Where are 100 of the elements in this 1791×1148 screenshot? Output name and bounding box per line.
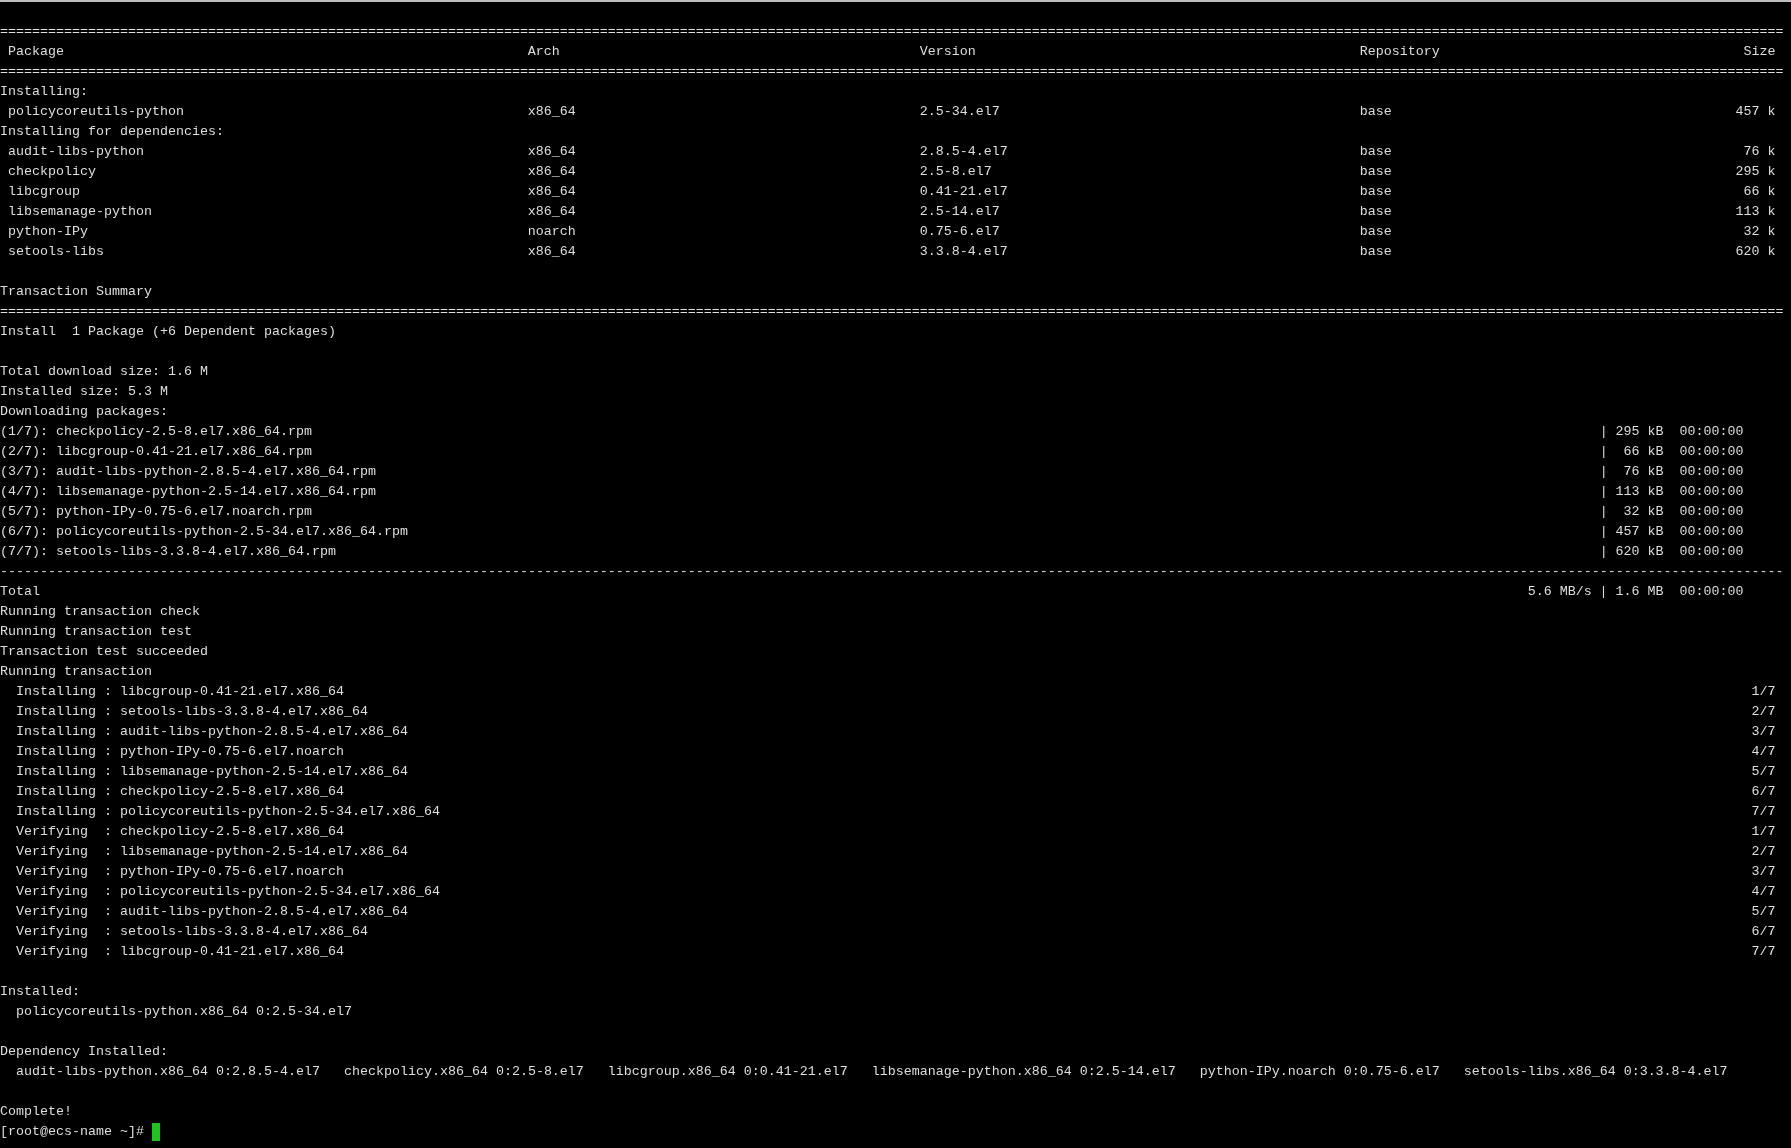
download-stats: | 620 kB 00:00:00 [1599,543,1744,561]
table-cell-text: 2.5-34.el7 [919,103,1001,121]
step-count: 7/7 [1751,943,1776,961]
transaction-step: Verifying : audit-libs-python-2.8.5-4.el7.x86_64 [0,902,408,922]
download-file: (2/7): libcgroup-0.41-21.el7.x86_64.rpm [0,443,312,461]
step-count: 5/7 [1751,903,1776,921]
output-line: audit-libs-python.x86_64 0:2.8.5-4.el7 checkpolicy.x86_64 0:2.5-8.el7 libcgroup.x86_64 0:0.41-21.el7 libsemanage-python.x86_64 0:2.5-14.el7 python-IPy.noarch 0:0.75-6.el7 setools-libs.x86_64 0:3.3.8-4.el7 [15,1063,1728,1081]
table-cell-text: base [1359,103,1393,121]
table-cell-text: base [1359,183,1393,201]
transaction-step: Verifying : checkpolicy-2.5-8.el7.x86_64 [0,822,344,842]
step-count: 3/7 [1751,723,1776,741]
download-stats: | 457 kB 00:00:00 [1599,523,1744,541]
output-line: Installed size: 5.3 M [0,383,168,401]
step-count: 3/7 [1751,863,1776,881]
transaction-step: Installing : libsemanage-python-2.5-14.el7.x86_64 [0,762,408,782]
cursor [151,1123,160,1141]
transaction-step: Verifying : python-IPy-0.75-6.el7.noarch [0,862,344,882]
download-stats: | 113 kB 00:00:00 [1599,483,1744,501]
transaction-step: Installing : policycoreutils-python-2.5-34.el7.x86_64 [0,802,440,822]
output-line: Running transaction check [0,603,200,621]
download-stats: | 66 kB 00:00:00 [1599,443,1744,461]
output-line: Running transaction test [0,623,192,641]
step-count: 5/7 [1751,763,1776,781]
table-cell-text: libsemanage-python [8,203,153,221]
table-cell-text: base [1359,143,1393,161]
column-header: Version [919,43,977,61]
table-cell-text: python-IPy [8,223,89,241]
download-file: (3/7): audit-libs-python-2.8.5-4.el7.x86_64.rpm [0,463,376,481]
shell-prompt: [root@ecs-name ~]# [0,1123,145,1141]
output-line: Install 1 Package (+6 Dependent packages) [0,323,336,341]
step-count: 2/7 [1751,703,1776,721]
table-cell-text: base [1359,203,1393,221]
table-cell-text: 620 k [1734,243,1776,261]
table-cell-text: base [1359,163,1393,181]
output-line: Total download size: 1.6 M [0,363,208,381]
transaction-step: Verifying : policycoreutils-python-2.5-34.el7.x86_64 [0,882,440,902]
step-count: 1/7 [1751,683,1776,701]
step-count: 1/7 [1751,823,1776,841]
table-cell-text: x86_64 [527,163,577,181]
download-stats: 5.6 MB/s | 1.6 MB 00:00:00 [1527,583,1744,601]
table-cell-text: 76 k [1742,143,1776,161]
table-cell-text: 2.5-14.el7 [919,203,1001,221]
transaction-step: Installing : checkpolicy-2.5-8.el7.x86_64 [0,782,344,802]
step-count: 2/7 [1751,843,1776,861]
output-line: Complete! [0,1103,72,1121]
download-stats: | 295 kB 00:00:00 [1599,423,1744,441]
table-cell-text: 113 k [1734,203,1776,221]
download-file: (1/7): checkpolicy-2.5-8.el7.x86_64.rpm [0,423,312,441]
step-count: 7/7 [1751,803,1776,821]
output-line: Running transaction [0,663,152,681]
table-cell-text: 0.41-21.el7 [919,183,1009,201]
output-line: Downloading packages: [0,403,168,421]
table-cell-text: 0.75-6.el7 [919,223,1001,241]
table-cell-text: noarch [527,223,577,241]
transaction-step: Verifying : setools-libs-3.3.8-4.el7.x86_64 [0,922,368,942]
separator-line: =============================================================================================================================================================================================================================== [0,23,1784,41]
output-line: Installed: [0,983,80,1001]
transaction-step: Verifying : libsemanage-python-2.5-14.el7.x86_64 [0,842,408,862]
output-line: Dependency Installed: [0,1043,168,1061]
table-cell-text: base [1359,223,1393,241]
step-count: 4/7 [1751,883,1776,901]
column-header: Size [1742,43,1776,61]
download-file: (4/7): libsemanage-python-2.5-14.el7.x86_64.rpm [0,483,376,501]
table-cell-text: x86_64 [527,143,577,161]
download-file: (5/7): python-IPy-0.75-6.el7.noarch.rpm [0,503,312,521]
table-cell-text: 457 k [1734,103,1776,121]
output-line: Transaction Summary [0,283,152,301]
table-cell-text: x86_64 [527,203,577,221]
output-line: Transaction test succeeded [0,643,208,661]
transaction-step: Installing : audit-libs-python-2.8.5-4.el7.x86_64 [0,722,408,742]
output-line: Installing for dependencies: [0,123,224,141]
table-cell-text: 295 k [1734,163,1776,181]
step-count: 6/7 [1751,923,1776,941]
download-stats: | 32 kB 00:00:00 [1599,503,1744,521]
download-stats: | 76 kB 00:00:00 [1599,463,1744,481]
separator-line: =============================================================================================================================================================================================================================== [0,63,1784,81]
table-cell-text: x86_64 [527,183,577,201]
table-cell-text: 2.5-8.el7 [919,163,993,181]
download-file: Total [0,583,40,601]
table-cell-text: libcgroup [8,183,81,201]
table-cell-text: setools-libs [8,243,105,261]
table-cell-text: base [1359,243,1393,261]
output-line: Installing: [0,83,88,101]
table-cell-text: 3.3.8-4.el7 [919,243,1009,261]
table-cell-text: policycoreutils-python [8,103,185,121]
step-count: 6/7 [1751,783,1776,801]
table-cell-text: audit-libs-python [8,143,145,161]
transaction-step: Verifying : libcgroup-0.41-21.el7.x86_64 [0,942,344,962]
table-cell-text: 2.8.5-4.el7 [919,143,1009,161]
column-header: Repository [1359,43,1441,61]
transaction-step: Installing : libcgroup-0.41-21.el7.x86_64 [0,682,344,702]
table-cell-text: x86_64 [527,243,577,261]
separator-line: =============================================================================================================================================================================================================================== [0,303,1784,321]
table-cell-text: x86_64 [527,103,577,121]
separator-line: ------------------------------------------------------------------------------------------------------------------------------------------------------------------------------------------------------------------------------- [0,563,1784,581]
column-header: Package [8,43,65,61]
download-file: (6/7): policycoreutils-python-2.5-34.el7.x86_64.rpm [0,523,408,541]
download-file: (7/7): setools-libs-3.3.8-4.el7.x86_64.rpm [0,543,336,561]
transaction-step: Installing : setools-libs-3.3.8-4.el7.x86_64 [0,702,368,722]
step-count: 4/7 [1751,743,1776,761]
